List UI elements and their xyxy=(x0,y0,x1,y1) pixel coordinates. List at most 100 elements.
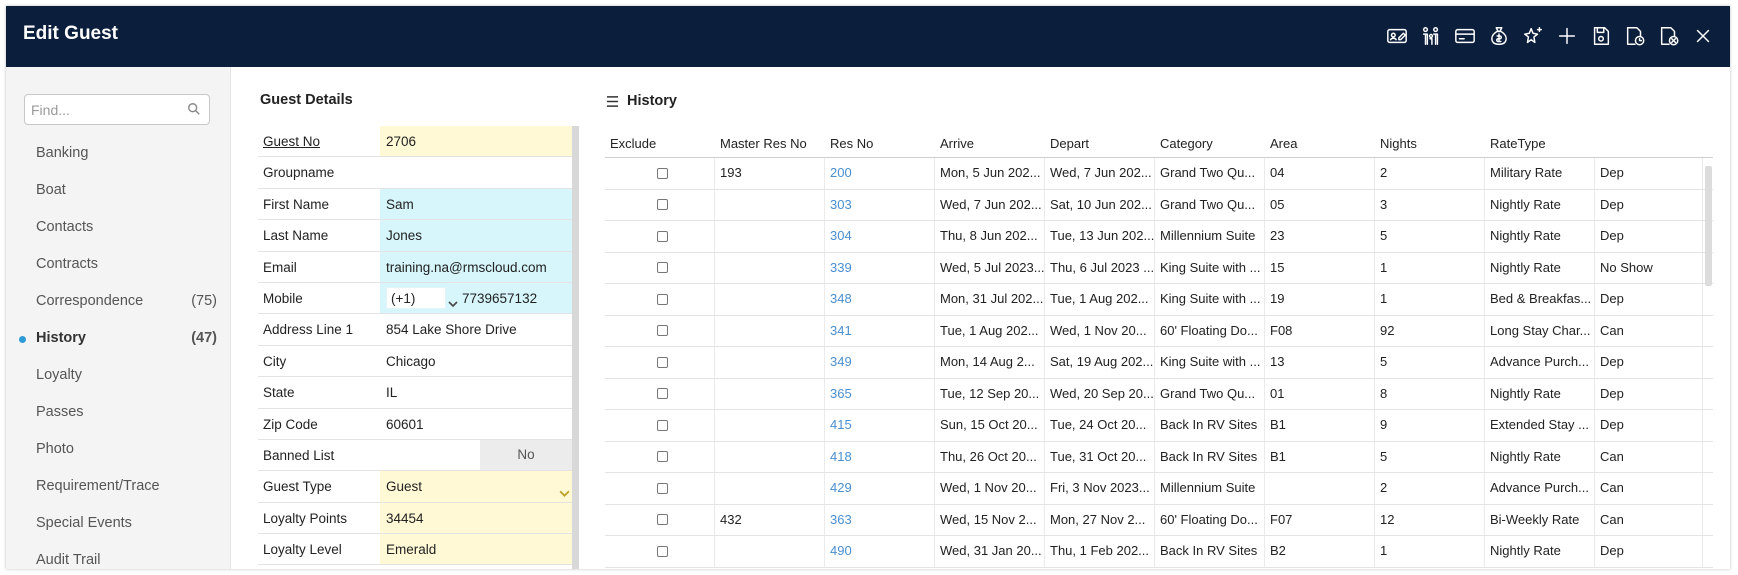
res-no-link[interactable]: 415 xyxy=(825,410,935,441)
exclude-checkbox[interactable] xyxy=(656,482,668,494)
sidebar-item-contracts[interactable]: Contracts xyxy=(6,246,231,283)
exclude-checkbox[interactable] xyxy=(656,293,668,305)
email-field[interactable]: training.na@rmscloud.com xyxy=(380,251,572,282)
id-card-edit-icon[interactable] xyxy=(1380,22,1414,50)
exclude-checkbox[interactable] xyxy=(656,262,668,274)
arrive-cell: Thu, 26 Oct 20... xyxy=(935,441,1045,472)
sidebar-item-loyalty[interactable]: Loyalty xyxy=(6,357,231,394)
loyalty-points-field[interactable]: 34454 xyxy=(380,502,572,534)
family-icon[interactable] xyxy=(1414,22,1448,50)
res-no-link[interactable]: 490 xyxy=(825,536,935,567)
res-no-link[interactable]: 303 xyxy=(825,189,935,220)
table-row[interactable]: 429 Wed, 1 Nov 20... Fri, 3 Nov 2023... Mil… xyxy=(605,473,1713,505)
table-row[interactable]: 432 363 Wed, 15 Nov 2... Mon, 27 Nov 2... 60… xyxy=(605,504,1713,536)
save-icon[interactable] xyxy=(1584,22,1618,50)
exclude-checkbox[interactable] xyxy=(656,167,668,179)
column-header[interactable]: Exclude xyxy=(605,134,715,157)
column-header[interactable] xyxy=(1595,134,1703,157)
table-row[interactable]: 339 Wed, 5 Jul 2023... Thu, 6 Jul 2023 ...… xyxy=(605,252,1713,284)
sidebar-item-photo[interactable]: Photo xyxy=(6,431,231,468)
search-icon[interactable] xyxy=(187,102,201,116)
column-header[interactable]: Area xyxy=(1265,134,1375,157)
table-row[interactable]: 365 Tue, 12 Sep 20... Wed, 20 Sep 20... Gra… xyxy=(605,378,1713,410)
exclude-checkbox[interactable] xyxy=(656,451,668,463)
rate-type-cell: Nightly Rate xyxy=(1485,189,1595,220)
column-header[interactable]: Depart xyxy=(1045,134,1155,157)
sidebar-item-contacts[interactable]: Contacts xyxy=(6,209,231,246)
sidebar-item-audit-trail[interactable]: Audit Trail xyxy=(6,542,231,569)
table-row[interactable]: 415 Sun, 15 Oct 20... Tue, 24 Oct 20... Bac… xyxy=(605,410,1713,442)
res-no-link[interactable]: 349 xyxy=(825,347,935,378)
banned-toggle[interactable]: No xyxy=(480,439,572,470)
table-row[interactable]: 490 Wed, 31 Jan 20... Thu, 1 Feb 202... Bac… xyxy=(605,536,1713,568)
sidebar-item-count: (47) xyxy=(191,330,217,346)
first-name-field[interactable]: Sam xyxy=(380,188,572,220)
res-no-link[interactable]: 363 xyxy=(825,504,935,535)
table-scrollbar[interactable] xyxy=(1705,166,1712,286)
mobile-field[interactable]: 7739657132 xyxy=(462,291,537,306)
exclude-checkbox[interactable] xyxy=(656,199,668,211)
guest-no-label[interactable]: Guest No xyxy=(258,126,380,156)
exclude-checkbox[interactable] xyxy=(656,545,668,557)
sidebar-item-correspondence[interactable]: Correspondence (75) xyxy=(6,283,231,320)
table-row[interactable]: 303 Wed, 7 Jun 202... Sat, 10 Jun 202... Gr… xyxy=(605,189,1713,221)
res-no-link[interactable]: 339 xyxy=(825,252,935,283)
column-header[interactable]: Category xyxy=(1155,134,1265,157)
search-input[interactable] xyxy=(31,95,181,124)
save-calendar-icon[interactable] xyxy=(1618,22,1652,50)
guest-type-select[interactable]: Guest xyxy=(380,471,572,502)
panel-scrollbar[interactable] xyxy=(572,126,579,569)
search-box xyxy=(24,94,210,125)
res-no-link[interactable]: 304 xyxy=(825,221,935,252)
column-header[interactable]: Arrive xyxy=(935,134,1045,157)
stars-icon[interactable] xyxy=(1516,22,1550,50)
column-header[interactable]: Res No xyxy=(825,134,935,157)
zip-field[interactable]: 60601 xyxy=(380,409,572,439)
res-no-link[interactable]: 429 xyxy=(825,473,935,504)
exclude-checkbox[interactable] xyxy=(656,514,668,526)
close-icon[interactable] xyxy=(1686,22,1720,50)
last-name-field[interactable]: Jones xyxy=(380,220,572,251)
sidebar-item-banking[interactable]: Banking xyxy=(6,135,231,172)
exclude-checkbox[interactable] xyxy=(656,388,668,400)
sidebar-item-history[interactable]: History (47) xyxy=(6,320,231,357)
exclude-checkbox[interactable] xyxy=(656,419,668,431)
table-row[interactable]: 304 Thu, 8 Jun 202... Tue, 13 Jun 202... Mi… xyxy=(605,221,1713,253)
sidebar-item-passes[interactable]: Passes xyxy=(6,394,231,431)
arrive-cell: Wed, 31 Jan 20... xyxy=(935,536,1045,567)
sidebar-item-special-events[interactable]: Special Events xyxy=(6,505,231,542)
column-header[interactable]: Master Res No xyxy=(715,134,825,157)
res-no-link[interactable]: 200 xyxy=(825,158,935,189)
money-bag-icon[interactable] xyxy=(1482,22,1516,50)
plus-icon[interactable] xyxy=(1550,22,1584,50)
column-header[interactable]: RateType xyxy=(1485,134,1595,157)
table-row[interactable]: 341 Tue, 1 Aug 202... Wed, 1 Nov 20... 60' … xyxy=(605,315,1713,347)
column-header[interactable]: Nights xyxy=(1375,134,1485,157)
exclude-checkbox[interactable] xyxy=(656,230,668,242)
table-row[interactable]: 193 200 Mon, 5 Jun 202... Wed, 7 Jun 202...… xyxy=(605,158,1713,190)
mobile-prefix-select[interactable]: (+1) xyxy=(386,286,446,309)
card-icon[interactable] xyxy=(1448,22,1482,50)
address-field[interactable]: 854 Lake Shore Drive xyxy=(380,314,572,344)
nights-cell: 9 xyxy=(1375,410,1485,441)
table-row[interactable]: 349 Mon, 14 Aug 2... Sat, 19 Aug 202... Kin… xyxy=(605,347,1713,379)
exclude-checkbox[interactable] xyxy=(656,325,668,337)
exclude-checkbox[interactable] xyxy=(656,356,668,368)
sidebar-item-boat[interactable]: Boat xyxy=(6,172,231,209)
res-no-link[interactable]: 365 xyxy=(825,378,935,409)
state-field[interactable]: IL xyxy=(380,377,572,407)
table-row[interactable]: 418 Thu, 26 Oct 20... Tue, 31 Oct 20... Bac… xyxy=(605,441,1713,473)
groupname-field[interactable] xyxy=(380,157,572,187)
menu-icon[interactable] xyxy=(606,95,619,108)
table-row[interactable]: 348 Mon, 31 Jul 202... Tue, 1 Aug 202... Ki… xyxy=(605,284,1713,316)
loyalty-level-field[interactable]: Emerald xyxy=(380,534,572,565)
guest-no-field[interactable]: 2706 xyxy=(380,126,572,157)
city-field[interactable]: Chicago xyxy=(380,346,572,376)
loyalty-level-row: Loyalty Level Emerald xyxy=(258,534,572,566)
mobile-field-group: (+1) 7739657132 xyxy=(380,282,572,314)
res-no-link[interactable]: 348 xyxy=(825,284,935,315)
save-close-icon[interactable] xyxy=(1652,22,1686,50)
res-no-link[interactable]: 341 xyxy=(825,315,935,346)
sidebar-item-requirement-trace[interactable]: Requirement/Trace xyxy=(6,468,231,505)
res-no-link[interactable]: 418 xyxy=(825,441,935,472)
